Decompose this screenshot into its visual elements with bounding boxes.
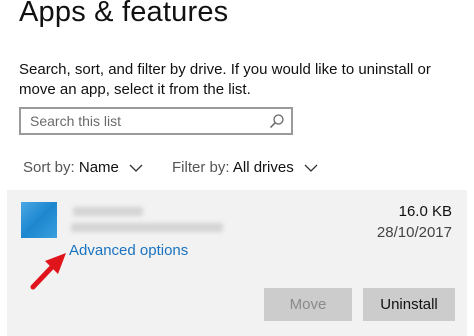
- search-icon[interactable]: [269, 113, 285, 129]
- app-install-date: 28/10/2017: [376, 224, 452, 241]
- sort-label: Sort by:: [23, 159, 75, 176]
- search-input[interactable]: [21, 109, 270, 133]
- annotation-arrow-icon: [30, 253, 66, 290]
- chevron-down-icon: [304, 164, 318, 172]
- page-title: Apps & features: [19, 0, 229, 28]
- app-name-blurred: [73, 207, 143, 216]
- search-box[interactable]: [19, 107, 293, 135]
- sort-dropdown[interactable]: Sort by: Name: [23, 159, 143, 176]
- filter-value: All drives: [232, 159, 294, 176]
- advanced-options-link[interactable]: Advanced options: [69, 242, 188, 259]
- page-description: Search, sort, and filter by drive. If yo…: [19, 61, 431, 98]
- filter-label: Filter by:: [172, 159, 230, 176]
- app-list-item[interactable]: 16.0 KB 28/10/2017 Advanced options Move…: [7, 190, 467, 336]
- app-size: 16.0 KB: [398, 203, 452, 220]
- move-button[interactable]: Move: [264, 288, 352, 321]
- filter-dropdown[interactable]: Filter by: All drives: [172, 159, 318, 176]
- chevron-down-icon: [129, 164, 143, 172]
- app-publisher-blurred: [71, 223, 223, 232]
- sort-value: Name: [78, 159, 119, 176]
- app-icon: [21, 202, 57, 238]
- uninstall-button[interactable]: Uninstall: [363, 288, 455, 321]
